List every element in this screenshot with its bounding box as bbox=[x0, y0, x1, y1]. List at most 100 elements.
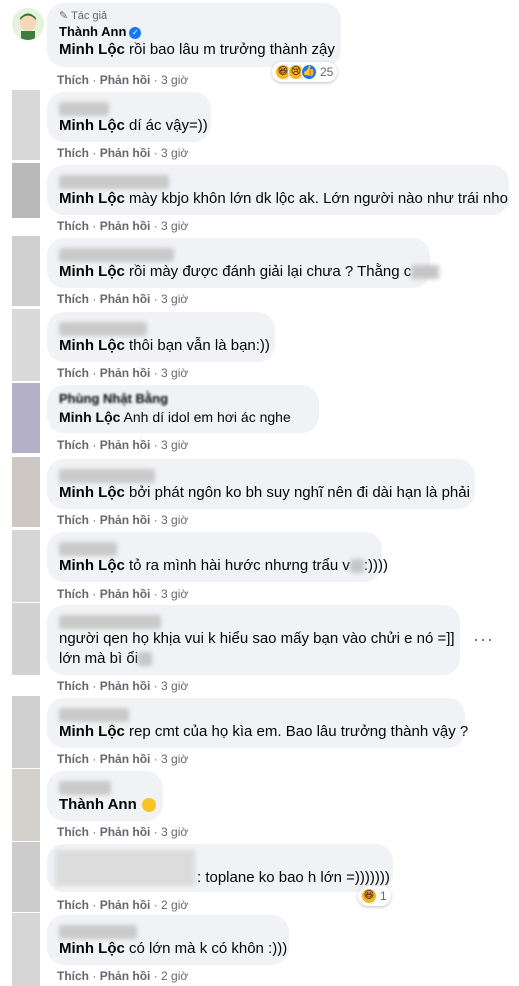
reply-button[interactable]: Phản hồi bbox=[100, 73, 151, 87]
mention-link[interactable]: Minh Lộc bbox=[59, 337, 125, 354]
avatar[interactable] bbox=[12, 457, 40, 527]
mention-link[interactable]: Minh Lộc bbox=[59, 41, 125, 58]
comment-body-tail: :)))) bbox=[363, 557, 389, 574]
comment-body: có lớn mà k có khôn :))) bbox=[124, 940, 288, 957]
comment-body: thôi bạn vẫn là bạn:)) bbox=[124, 337, 270, 354]
avatar[interactable] bbox=[12, 236, 40, 306]
timestamp[interactable]: 3 giờ bbox=[161, 752, 188, 766]
avatar[interactable] bbox=[12, 913, 40, 986]
like-button[interactable]: Thích bbox=[57, 146, 89, 160]
reply-button[interactable]: Phản hồi bbox=[100, 752, 151, 766]
comment-author-name[interactable]: Thành Ann ✓ bbox=[59, 23, 329, 40]
comment-actions: Thích · Phản hồi · 3 giờ bbox=[57, 72, 188, 88]
mention-link[interactable]: Minh Lộc bbox=[59, 723, 125, 740]
comment-author-name[interactable] bbox=[59, 466, 463, 483]
comment-body: rep cmt của họ kìa em. Bao lâu trưởng th… bbox=[124, 723, 469, 740]
comment-actions: Thích · Phản hồi · 3 giờ bbox=[57, 218, 188, 234]
mention-link[interactable]: Thành Ann bbox=[59, 796, 137, 813]
comment-text: Minh Lộc rồi bao lâu m trưởng thành zậy bbox=[59, 40, 335, 60]
reply-button[interactable]: Phản hồi bbox=[100, 969, 151, 983]
avatar[interactable] bbox=[12, 163, 40, 218]
timestamp[interactable]: 3 giờ bbox=[161, 679, 188, 693]
like-button[interactable]: Thích bbox=[57, 366, 89, 380]
avatar[interactable] bbox=[12, 530, 40, 602]
timestamp[interactable]: 2 giờ bbox=[161, 969, 188, 983]
comment-text: Minh Lộc rồi mày được đánh giải lại chưa… bbox=[59, 262, 440, 282]
timestamp[interactable]: 3 giờ bbox=[161, 587, 188, 601]
mention-link[interactable]: Minh Lộc bbox=[59, 190, 125, 207]
timestamp[interactable]: 3 giờ bbox=[161, 219, 188, 233]
mention-link[interactable]: Minh Lộc bbox=[59, 557, 125, 574]
reply-button[interactable]: Phản hồi bbox=[100, 219, 151, 233]
separator: · bbox=[153, 73, 158, 87]
comment-body: rồi bao lâu m trưởng thành zậy bbox=[124, 41, 335, 58]
avatar[interactable] bbox=[12, 696, 40, 768]
author-link[interactable]: Phùng Nhật Bằng bbox=[59, 391, 168, 406]
like-button[interactable]: Thích bbox=[57, 438, 89, 452]
mention-link[interactable]: Minh Lộc bbox=[59, 117, 125, 134]
reply-button[interactable]: Phản hồi bbox=[100, 513, 151, 527]
blurred-author-name bbox=[59, 780, 111, 795]
comment-bubble: Minh Lộc tỏ ra mình hài hước nhưng trẩu … bbox=[47, 532, 388, 582]
more-options-icon[interactable]: ··· bbox=[473, 629, 494, 650]
avatar[interactable] bbox=[12, 603, 40, 675]
comment-author-name[interactable] bbox=[59, 705, 453, 722]
mention-link[interactable]: Minh Lộc bbox=[59, 409, 120, 425]
comment-author-name[interactable] bbox=[59, 99, 199, 116]
blurred-text bbox=[411, 265, 440, 280]
timestamp[interactable]: 3 giờ bbox=[161, 146, 188, 160]
timestamp[interactable]: 3 giờ bbox=[161, 292, 188, 306]
reply-button[interactable]: Phản hồi bbox=[100, 898, 151, 912]
comment-author-name[interactable] bbox=[59, 319, 263, 336]
comment-body: lớn mà bì ổi bbox=[59, 650, 139, 667]
like-button[interactable]: Thích bbox=[57, 513, 89, 527]
avatar[interactable] bbox=[12, 309, 40, 381]
timestamp[interactable]: 3 giờ bbox=[161, 513, 188, 527]
comment-author-name[interactable] bbox=[59, 539, 370, 556]
comment-author-name[interactable] bbox=[59, 922, 277, 939]
comment-author-name[interactable] bbox=[59, 778, 151, 795]
reply-button[interactable]: Phản hồi bbox=[100, 825, 151, 839]
avatar[interactable] bbox=[12, 842, 40, 912]
avatar[interactable] bbox=[12, 769, 40, 841]
like-button[interactable]: Thích bbox=[57, 73, 89, 87]
timestamp[interactable]: 3 giờ bbox=[161, 825, 188, 839]
timestamp[interactable]: 3 giờ bbox=[161, 73, 188, 87]
mention-link[interactable]: Minh Lộc bbox=[59, 940, 125, 957]
blurred-text bbox=[349, 559, 364, 574]
comment-text: Minh Lộc tỏ ra mình hài hước nhưng trẩu … bbox=[59, 556, 388, 576]
comment-author-name[interactable] bbox=[59, 172, 497, 189]
like-button[interactable]: Thích bbox=[57, 825, 89, 839]
reply-button[interactable]: Phản hồi bbox=[100, 146, 151, 160]
comment-author-name[interactable] bbox=[59, 245, 418, 262]
timestamp[interactable]: 3 giờ bbox=[161, 438, 188, 452]
timestamp[interactable]: 3 giờ bbox=[161, 366, 188, 380]
reaction-summary[interactable]: 😆 😢 👍 25 bbox=[272, 62, 338, 82]
like-button[interactable]: Thích bbox=[57, 969, 89, 983]
like-button[interactable]: Thích bbox=[57, 219, 89, 233]
separator: · bbox=[153, 898, 158, 912]
comment-actions: Thích · Phản hồi · 3 giờ bbox=[57, 145, 188, 161]
like-button[interactable]: Thích bbox=[57, 587, 89, 601]
like-button[interactable]: Thích bbox=[57, 679, 89, 693]
comment-author-name[interactable]: Phùng Nhật Bằng bbox=[59, 390, 307, 407]
reply-button[interactable]: Phản hồi bbox=[100, 587, 151, 601]
reply-button[interactable]: Phản hồi bbox=[100, 679, 151, 693]
avatar[interactable] bbox=[12, 8, 44, 40]
reply-button[interactable]: Phản hồi bbox=[100, 366, 151, 380]
blurred-author-name bbox=[59, 541, 117, 556]
like-button[interactable]: Thích bbox=[57, 292, 89, 306]
comment-author-name[interactable] bbox=[59, 612, 448, 629]
mention-link[interactable]: Minh Lộc bbox=[59, 263, 125, 280]
comment-text: Minh Lộc dí ác vậy=)) bbox=[59, 116, 208, 136]
reaction-summary[interactable]: 😆 1 bbox=[358, 886, 391, 906]
reply-button[interactable]: Phản hồi bbox=[100, 438, 151, 452]
like-button[interactable]: Thích bbox=[57, 898, 89, 912]
avatar[interactable] bbox=[12, 383, 40, 453]
author-link[interactable]: Thành Ann bbox=[59, 24, 126, 39]
avatar[interactable] bbox=[12, 90, 40, 160]
like-button[interactable]: Thích bbox=[57, 752, 89, 766]
reply-button[interactable]: Phản hồi bbox=[100, 292, 151, 306]
timestamp[interactable]: 2 giờ bbox=[161, 898, 188, 912]
mention-link[interactable]: Minh Lộc bbox=[59, 484, 125, 501]
